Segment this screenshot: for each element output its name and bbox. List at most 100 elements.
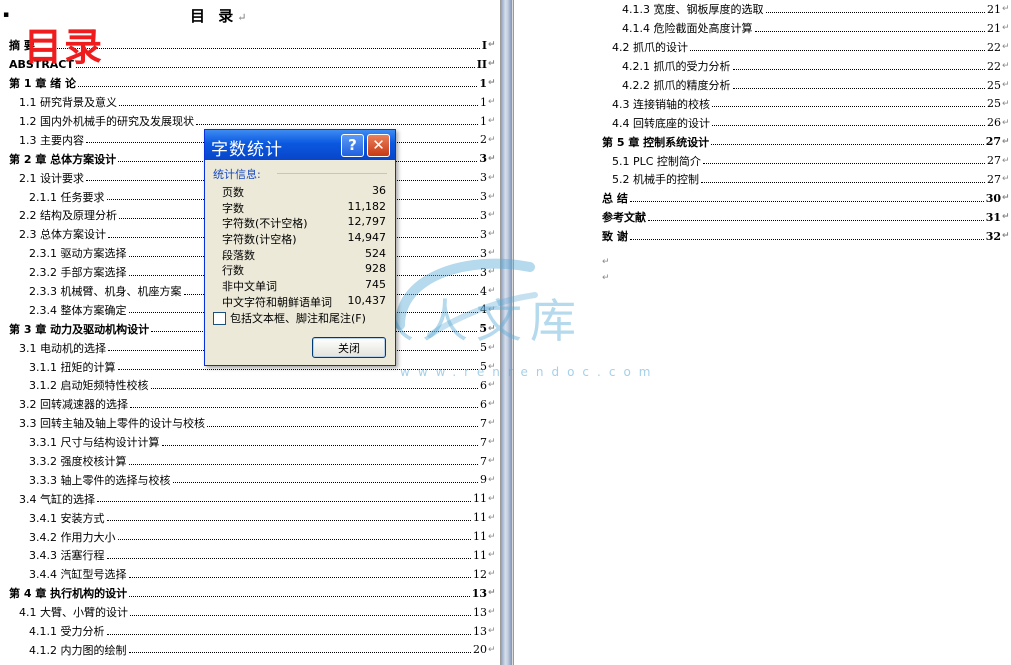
- toc-entry-title: 4.1 大臂、小臂的设计: [19, 604, 129, 621]
- toc-entry[interactable]: 3.3.2 强度校核计算 7 ↵: [0, 452, 496, 471]
- toc-entry-title: 3.3.3 轴上零件的选择与校核: [29, 471, 172, 488]
- toc-entry[interactable]: 4.1 大臂、小臂的设计 13 ↵: [0, 603, 496, 622]
- toc-leader-dots: [732, 68, 985, 70]
- toc-entry[interactable]: 3.3.3 轴上零件的选择与校核 9 ↵: [0, 470, 496, 489]
- toc-entry-page: 27: [986, 154, 1001, 168]
- toc-leader-dots: [75, 66, 475, 68]
- toc-entry[interactable]: 4.1.3 宽度、钢板厚度的选取 21 ↵: [514, 0, 1010, 19]
- toc-entry-page: 13: [470, 586, 487, 600]
- toc-leader-dots: [629, 238, 984, 240]
- toc-leader-dots: [77, 85, 478, 87]
- toc-entry[interactable]: 3.4.4 汽缸型号选择 12 ↵: [0, 565, 496, 584]
- stats-group-label: 统计信息:: [213, 168, 261, 181]
- toc-entry[interactable]: 4.4 回转底座的设计 26 ↵: [514, 113, 1010, 132]
- toc-entry-title: 3.1.1 扭矩的计算: [29, 358, 117, 375]
- toc-entry[interactable]: 4.1.2 内力图的绘制 20 ↵: [0, 641, 496, 660]
- paragraph-mark: ↵: [488, 40, 496, 51]
- toc-entry[interactable]: 4.2.2 抓爪的精度分析 25 ↵: [514, 76, 1010, 95]
- toc-entry[interactable]: 4.1.1 受力分析 13 ↵: [0, 622, 496, 641]
- toc-entry[interactable]: 3.4 气缸的选择 11 ↵: [0, 489, 496, 508]
- paragraph-mark: ↵: [602, 257, 610, 267]
- toc-entry[interactable]: 第 1 章 绪 论 1 ↵: [0, 74, 496, 93]
- toc-entry-title: 参考文献: [602, 209, 647, 226]
- toc-entry[interactable]: 3.4.2 作用力大小 11 ↵: [0, 527, 496, 546]
- toc-entry[interactable]: 3.3.1 尺寸与结构设计计算 7 ↵: [0, 433, 496, 452]
- paragraph-mark: ↵: [488, 172, 496, 183]
- toc-entry[interactable]: 1.2 国内外机械手的研究及发展现状 1 ↵: [0, 112, 496, 131]
- toc-leader-dots: [172, 482, 478, 484]
- document-page-right[interactable]: 4.1.3 宽度、钢板厚度的选取 21 ↵ 4.1.4 危险截面处高度计算 21 ↵ 4.2…: [513, 0, 1011, 665]
- toc-entry-title: 4.4 回转底座的设计: [612, 114, 711, 131]
- toc-entry[interactable]: 总 结 30 ↵: [514, 189, 1010, 208]
- include-textboxes-checkbox[interactable]: [213, 311, 226, 325]
- toc-entry-title: 4.2.1 抓爪的受力分析: [622, 58, 732, 75]
- toc-leader-dots: [119, 104, 478, 106]
- toc-entry-page: 1: [479, 114, 487, 128]
- close-x-button[interactable]: ✕: [367, 134, 390, 157]
- toc-entry[interactable]: 5.1 PLC 控制简介 27 ↵: [514, 151, 1010, 170]
- paragraph-mark: ↵: [488, 191, 496, 202]
- toc-entry[interactable]: 第 4 章 执行机构的设计 13 ↵: [0, 584, 496, 603]
- help-button[interactable]: ?: [341, 134, 364, 157]
- include-textboxes-option[interactable]: 包括文本框、脚注和尾注(F): [213, 310, 366, 326]
- toc-entry-title: 1.1 研究背景及意义: [19, 94, 118, 111]
- paragraph-mark: ↵: [488, 323, 496, 334]
- stat-label: 段落数: [222, 248, 255, 262]
- paragraph-mark: ↵: [1002, 98, 1010, 109]
- paragraph-mark: ↵: [488, 153, 496, 164]
- paragraph-mark: ↵: [1002, 80, 1010, 90]
- toc-entry[interactable]: 5.2 机械手的控制 27 ↵: [514, 170, 1010, 189]
- stat-value: 524: [365, 246, 386, 260]
- toc-entry[interactable]: 3.4.3 活塞行程 11 ↵: [0, 546, 496, 565]
- toc-entry[interactable]: 参考文献 31 ↵: [514, 208, 1010, 227]
- toc-entry-page: 12: [472, 567, 487, 581]
- toc-entry-page: 5: [479, 341, 487, 355]
- paragraph-mark: ↵: [488, 304, 496, 315]
- toc-list-right: 4.1.3 宽度、钢板厚度的选取 21 ↵ 4.1.4 危险截面处高度计算 21 ↵ 4.2…: [514, 0, 1010, 246]
- paragraph-mark: ↵: [488, 361, 496, 372]
- toc-entry-title: 3.4.4 汽缸型号选择: [29, 566, 128, 583]
- paragraph-mark: ↵: [488, 59, 496, 70]
- group-divider: [277, 173, 387, 174]
- toc-entry[interactable]: 致 谢 32 ↵: [514, 227, 1010, 246]
- toc-entry[interactable]: 4.1.4 危险截面处高度计算 21 ↵: [514, 19, 1010, 38]
- toc-entry[interactable]: 3.3 回转主轴及轴上零件的设计与校核 7 ↵: [0, 414, 496, 433]
- toc-entry-page: 5: [479, 360, 487, 374]
- toc-entry[interactable]: 4.2 抓爪的设计 22 ↵: [514, 38, 1010, 57]
- toc-entry[interactable]: 3.1.2 启动矩频特性校核 6 ↵: [0, 376, 496, 395]
- stat-value: 14,947: [347, 231, 387, 245]
- toc-leader-dots: [106, 633, 471, 635]
- stats-list: 页数 36 字数 11,182 字符数(不计空格) 12,797 字符数(计空格) 14,94…: [222, 184, 386, 310]
- toc-entry-title: 4.1.1 受力分析: [29, 623, 106, 640]
- paragraph-mark: ↵: [488, 588, 496, 599]
- toc-entry-page: 2: [479, 133, 487, 147]
- toc-entry[interactable]: 3.4.1 安装方式 11 ↵: [0, 508, 496, 527]
- toc-leader-dots: [690, 49, 985, 51]
- toc-entry-page: 26: [986, 116, 1001, 130]
- stat-value: 745: [365, 278, 386, 292]
- toc-entry-title: 4.1.4 危险截面处高度计算: [622, 20, 754, 37]
- paragraph-mark: ↵: [488, 644, 496, 655]
- toc-entry[interactable]: 4.2.1 抓爪的受力分析 22 ↵: [514, 57, 1010, 76]
- toc-entry[interactable]: 1.1 研究背景及意义 1 ↵: [0, 93, 496, 112]
- toc-leader-dots: [712, 106, 985, 108]
- toc-entry[interactable]: 4.3 连接销轴的校核 25 ↵: [514, 94, 1010, 113]
- dialog-titlebar[interactable]: 字数统计 ? ✕: [205, 130, 395, 160]
- stat-value: 10,437: [347, 293, 387, 307]
- close-button[interactable]: 关闭: [312, 337, 386, 358]
- paragraph-mark: ↵: [488, 134, 496, 145]
- toc-entry-title: 2.1 设计要求: [19, 169, 85, 186]
- toc-entry-title: 4.2.2 抓爪的精度分析: [622, 77, 732, 93]
- toc-entry[interactable]: 3.2 回转减速器的选择 6 ↵: [0, 395, 496, 414]
- stat-row: 页数 36: [222, 184, 386, 200]
- toc-leader-dots: [765, 11, 985, 13]
- paragraph-mark: ↵: [488, 531, 496, 542]
- include-textboxes-label: 包括文本框、脚注和尾注(F): [230, 312, 366, 325]
- stat-label: 中文字符和朝鲜语单词: [222, 295, 332, 309]
- toc-entry-title: 总 结: [602, 190, 629, 207]
- toc-entry[interactable]: 第 5 章 控制系统设计 27 ↵: [514, 132, 1010, 151]
- paragraph-mark: ↵: [488, 380, 496, 391]
- toc-entry-title: 2.3.1 驱动方案选择: [29, 245, 128, 262]
- toc-entry-title: 2.3 总体方案设计: [19, 226, 107, 243]
- toc-entry-page: 21: [986, 2, 1001, 16]
